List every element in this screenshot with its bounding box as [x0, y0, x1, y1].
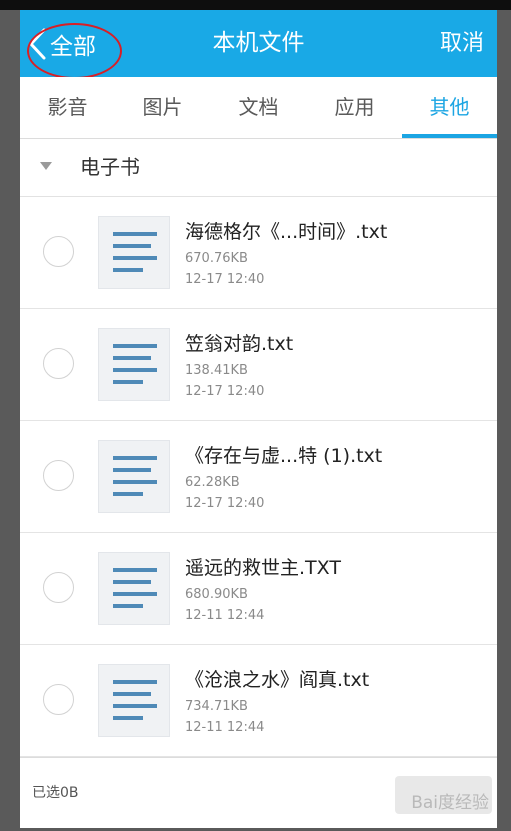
cancel-button[interactable]: 取消 [440, 10, 484, 77]
tab-other[interactable]: 其他 [402, 77, 497, 138]
bottom-bar: 已选0B Bai度经验 [20, 757, 497, 828]
file-size: 138.41KB [185, 363, 248, 378]
status-bar [0, 0, 511, 10]
file-row[interactable]: 《沧浪之水》阎真.txt 734.71KB 12-11 12:44 [20, 645, 497, 757]
triangle-down-icon [40, 162, 52, 170]
file-date: 12-17 12:40 [185, 496, 265, 511]
file-size: 670.76KB [185, 251, 248, 266]
file-row[interactable]: 笠翁对韵.txt 138.41KB 12-17 12:40 [20, 309, 497, 421]
file-row[interactable]: 遥远的救世主.TXT 680.90KB 12-11 12:44 [20, 533, 497, 645]
text-document-icon [98, 216, 170, 289]
file-date: 12-11 12:44 [185, 720, 265, 735]
file-name: 笠翁对韵.txt [185, 333, 294, 355]
tab-audio-video[interactable]: 影音 [20, 77, 115, 138]
file-size: 62.28KB [185, 475, 240, 490]
file-name: 《沧浪之水》阎真.txt [185, 669, 370, 691]
file-picker-screen: 全部 本机文件 取消 影音 图片 文档 应用 其他 电子书 海德格尔《...时间… [20, 10, 497, 828]
selected-size-label: 已选0B [32, 785, 79, 801]
file-name: 海德格尔《...时间》.txt [185, 221, 388, 243]
text-document-icon [98, 552, 170, 625]
category-tabs: 影音 图片 文档 应用 其他 [20, 77, 497, 139]
watermark: Bai度经验 [411, 793, 489, 813]
select-radio[interactable] [43, 236, 74, 267]
annotation-circle [27, 23, 122, 79]
section-label: 电子书 [80, 155, 140, 179]
text-document-icon [98, 664, 170, 737]
file-date: 12-11 12:44 [185, 608, 265, 623]
tab-images[interactable]: 图片 [115, 77, 210, 138]
tab-apps[interactable]: 应用 [307, 77, 402, 138]
text-document-icon [98, 328, 170, 401]
select-radio[interactable] [43, 460, 74, 491]
select-radio[interactable] [43, 684, 74, 715]
file-row[interactable]: 海德格尔《...时间》.txt 670.76KB 12-17 12:40 [20, 197, 497, 309]
file-size: 734.71KB [185, 699, 248, 714]
file-name: 遥远的救世主.TXT [185, 557, 341, 579]
file-size: 680.90KB [185, 587, 248, 602]
select-radio[interactable] [43, 348, 74, 379]
select-radio[interactable] [43, 572, 74, 603]
section-header-ebooks[interactable]: 电子书 [20, 139, 497, 197]
file-date: 12-17 12:40 [185, 384, 265, 399]
file-row[interactable]: 《存在与虚...特 (1).txt 62.28KB 12-17 12:40 [20, 421, 497, 533]
file-list: 海德格尔《...时间》.txt 670.76KB 12-17 12:40 笠翁对… [20, 197, 497, 757]
text-document-icon [98, 440, 170, 513]
tab-indicator [402, 134, 497, 138]
tab-documents[interactable]: 文档 [211, 77, 306, 138]
file-name: 《存在与虚...特 (1).txt [185, 445, 383, 467]
file-date: 12-17 12:40 [185, 272, 265, 287]
